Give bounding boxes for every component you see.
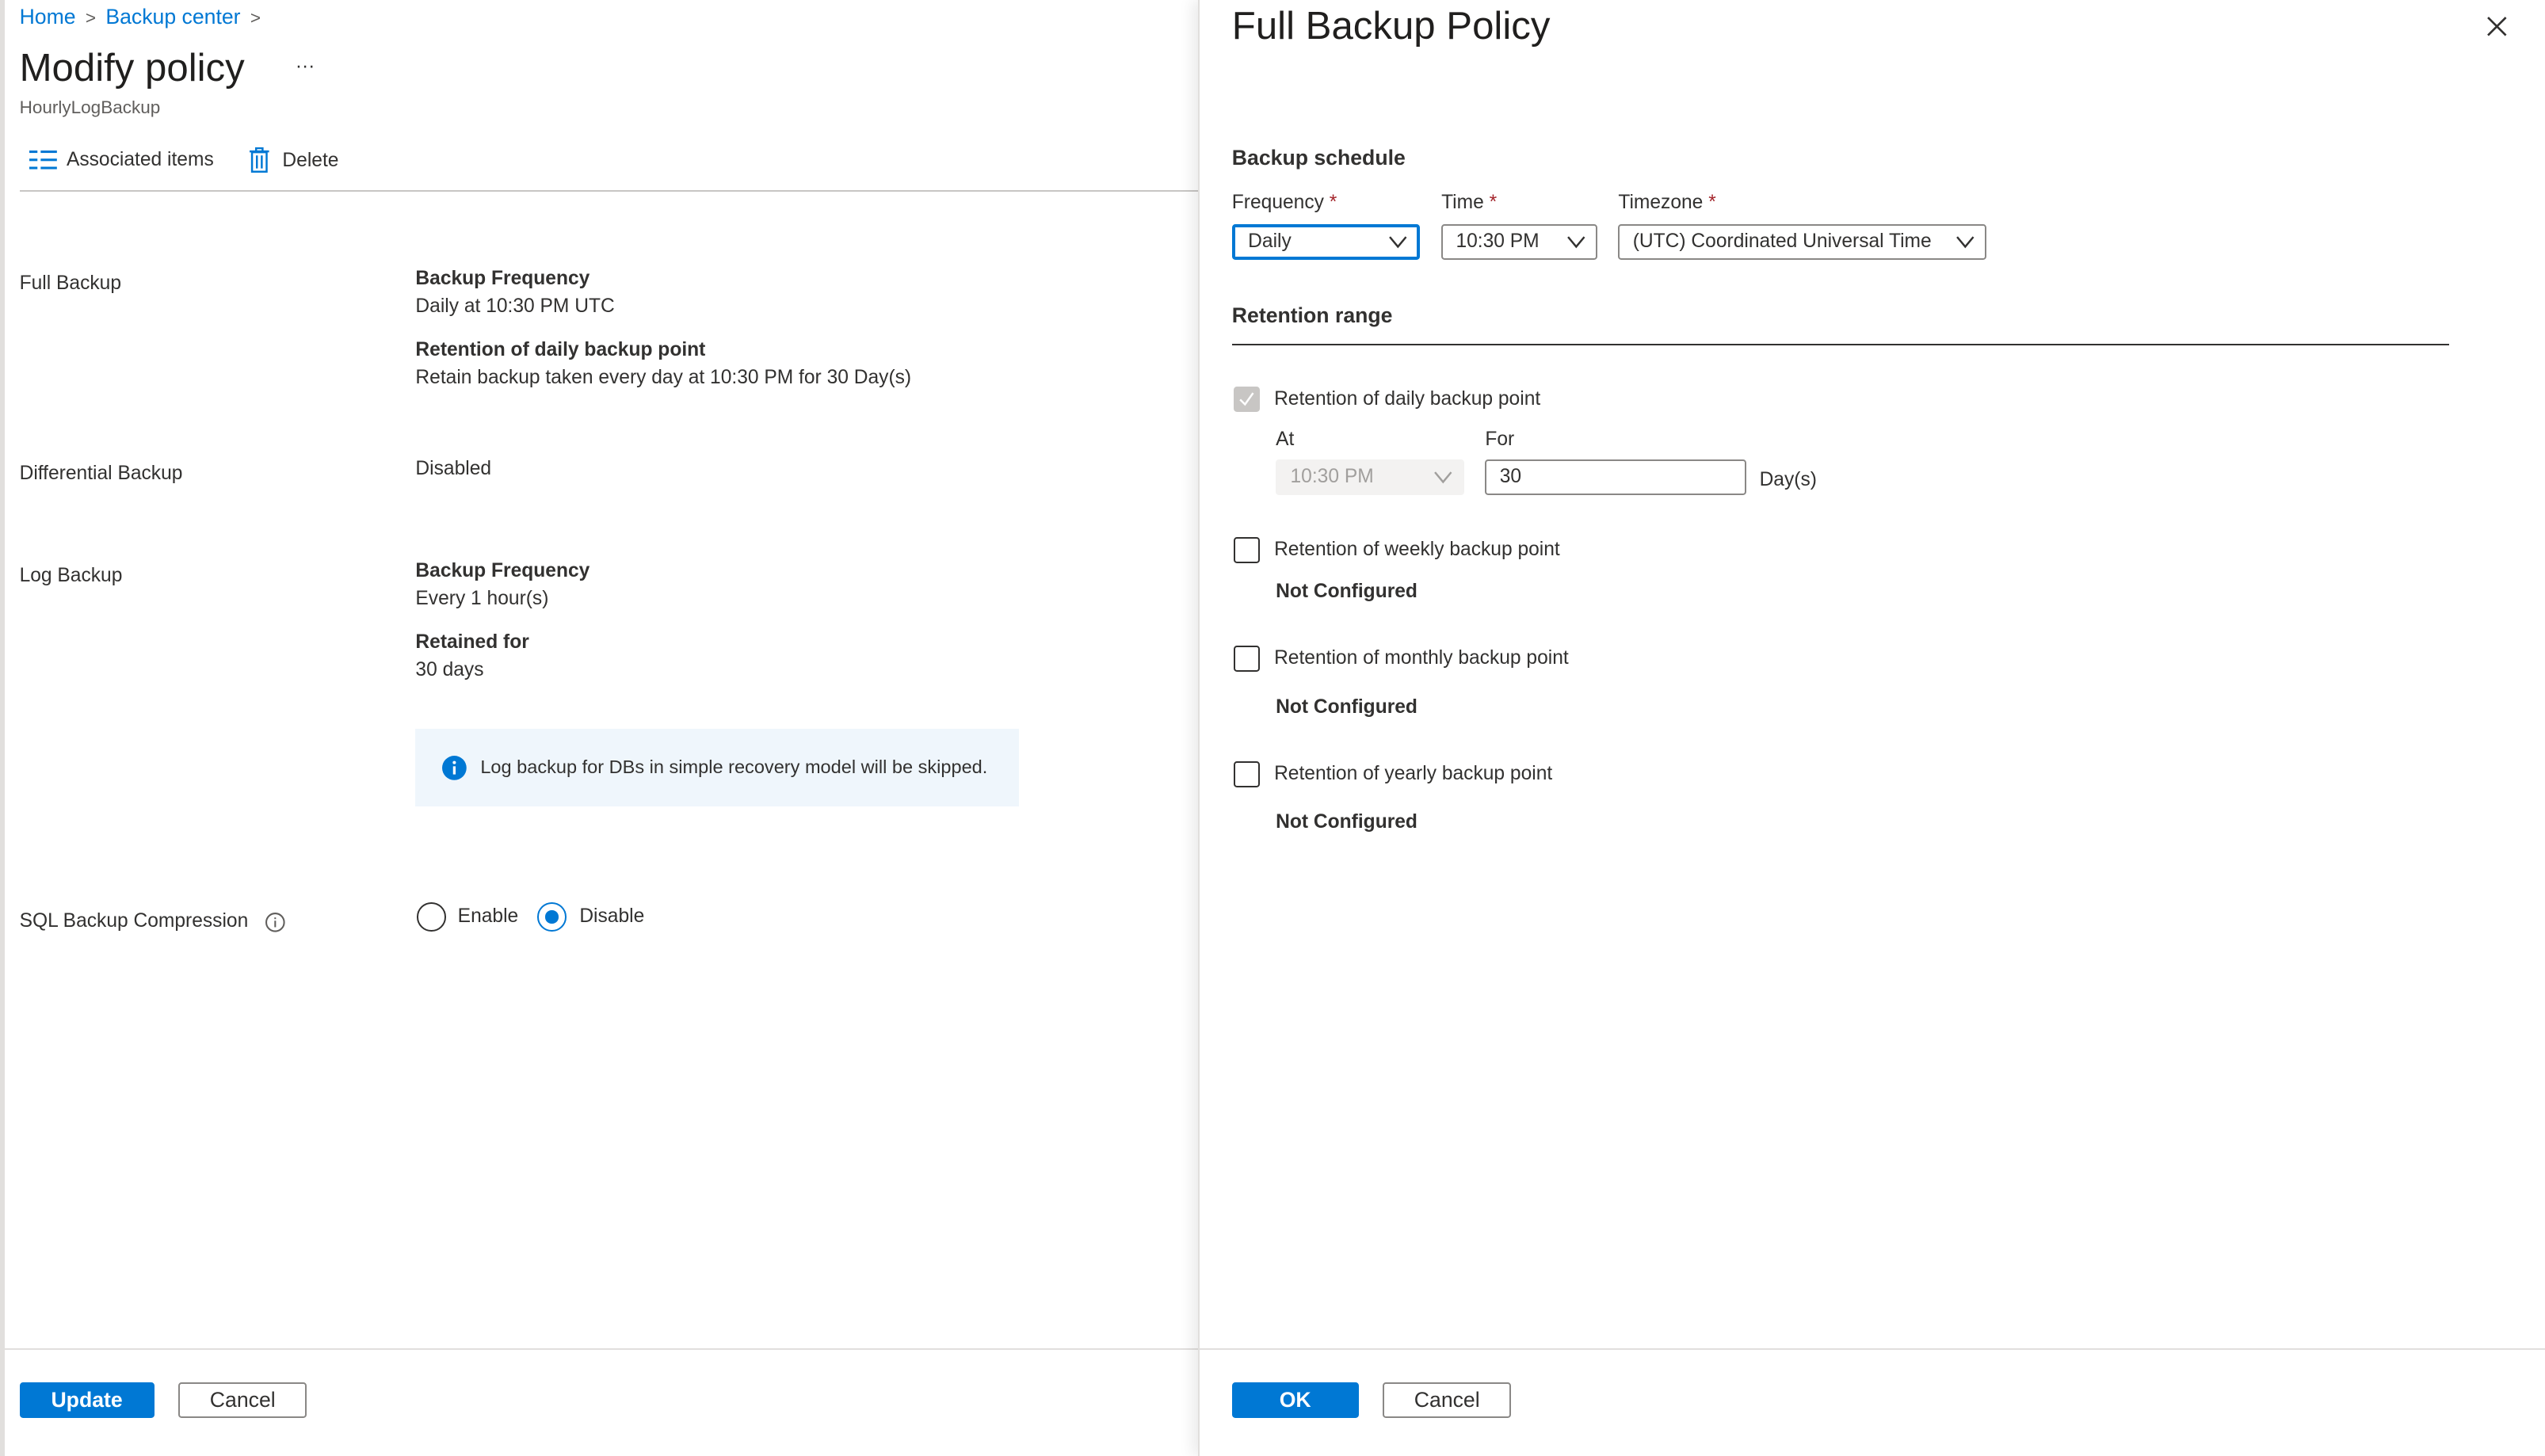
monthly-retention-label: Retention of monthly backup point xyxy=(1274,647,1569,669)
weekly-retention-checkbox[interactable] xyxy=(1233,537,1260,563)
blade-title: Full Backup Policy xyxy=(1231,4,1551,48)
differential-backup-value: Disabled xyxy=(415,457,492,479)
frequency-label: Frequency * xyxy=(1231,191,1337,213)
delete-button[interactable]: Delete xyxy=(250,147,338,173)
close-icon[interactable] xyxy=(2486,16,2508,37)
timezone-dropdown[interactable]: (UTC) Coordinated Universal Time xyxy=(1618,223,1987,260)
full-frequency-value: Daily at 10:30 PM UTC xyxy=(415,295,615,317)
time-dropdown[interactable]: 10:30 PM xyxy=(1441,223,1597,260)
page-title: Modify policy xyxy=(19,46,245,90)
ok-button[interactable]: OK xyxy=(1231,1382,1359,1419)
full-retention-heading: Retention of daily backup point xyxy=(415,339,706,361)
daily-retention-label: Retention of daily backup point xyxy=(1274,387,1541,410)
update-button[interactable]: Update xyxy=(19,1382,155,1419)
yearly-status: Not Configured xyxy=(1276,811,1417,833)
frequency-dropdown[interactable]: Daily xyxy=(1231,223,1421,260)
footer-divider xyxy=(1199,1348,2545,1351)
info-icon xyxy=(442,755,467,780)
days-unit-label: Day(s) xyxy=(1759,469,1817,491)
modify-policy-blade xyxy=(0,0,1198,1456)
footer-divider xyxy=(5,1348,1198,1351)
log-retention-value: 30 days xyxy=(415,658,484,680)
enable-label: Enable xyxy=(457,905,519,928)
info-text: Log backup for DBs in simple recovery mo… xyxy=(480,757,988,778)
chevron-right-icon: > xyxy=(85,8,97,29)
compression-label: SQL Backup Compression xyxy=(19,910,249,932)
chevron-down-icon xyxy=(1388,236,1407,249)
log-retention-heading: Retained for xyxy=(415,631,529,653)
enable-radio[interactable] xyxy=(417,901,447,932)
trash-icon xyxy=(250,147,270,173)
full-retention-value: Retain backup taken every day at 10:30 P… xyxy=(415,366,912,388)
breadcrumb-home[interactable]: Home xyxy=(20,5,76,29)
breadcrumb: Home > Backup center > xyxy=(20,5,271,29)
yearly-retention-label: Retention of yearly backup point xyxy=(1274,762,1553,784)
monthly-status: Not Configured xyxy=(1276,696,1417,718)
chevron-right-icon: > xyxy=(250,8,261,29)
page: Home > Backup center > Modify policy ··· Ho… xyxy=(0,0,2545,1456)
backup-schedule-heading: Backup schedule xyxy=(1231,146,1406,170)
divider xyxy=(1231,344,2450,346)
chevron-down-icon xyxy=(1433,471,1452,484)
time-label: Time * xyxy=(1441,191,1498,213)
info-banner: Log backup for DBs in simple recovery mo… xyxy=(415,728,1020,807)
full-backup-label: Full Backup xyxy=(19,273,121,295)
log-frequency-value: Every 1 hour(s) xyxy=(415,587,549,609)
weekly-retention-label: Retention of weekly backup point xyxy=(1274,539,1560,561)
divider xyxy=(19,189,1198,192)
retention-range-heading: Retention range xyxy=(1231,303,1393,328)
weekly-status: Not Configured xyxy=(1276,581,1417,603)
chevron-down-icon xyxy=(1956,236,1975,249)
timezone-label: Timezone * xyxy=(1618,191,1716,213)
for-label: For xyxy=(1485,428,1515,450)
checkmark-icon xyxy=(1239,391,1254,406)
full-frequency-heading: Backup Frequency xyxy=(415,268,590,289)
full-backup-policy-blade xyxy=(1197,0,2545,1456)
disable-radio[interactable] xyxy=(537,901,567,932)
disable-label: Disable xyxy=(579,905,645,928)
list-icon xyxy=(29,151,57,170)
monthly-retention-checkbox[interactable] xyxy=(1233,646,1260,673)
log-frequency-heading: Backup Frequency xyxy=(415,559,590,581)
days-input[interactable]: 30 xyxy=(1485,459,1747,495)
cancel-button[interactable]: Cancel xyxy=(178,1382,307,1419)
breadcrumb-backup-center[interactable]: Backup center xyxy=(105,5,240,29)
log-backup-label: Log Backup xyxy=(19,564,123,586)
at-time-dropdown-disabled: 10:30 PM xyxy=(1276,459,1464,495)
associated-items-button[interactable]: Associated items xyxy=(29,149,214,171)
chevron-down-icon xyxy=(1566,236,1585,249)
cancel-button[interactable]: Cancel xyxy=(1383,1382,1512,1419)
page-subtitle: HourlyLogBackup xyxy=(19,97,161,117)
differential-backup-label: Differential Backup xyxy=(19,462,183,484)
more-options-button[interactable]: ··· xyxy=(296,55,315,78)
at-label: At xyxy=(1276,428,1295,450)
delete-label: Delete xyxy=(282,149,339,171)
yearly-retention-checkbox[interactable] xyxy=(1233,760,1260,787)
info-circle-icon[interactable] xyxy=(265,912,286,933)
daily-retention-checkbox[interactable] xyxy=(1233,386,1260,413)
associated-items-label: Associated items xyxy=(66,149,214,171)
